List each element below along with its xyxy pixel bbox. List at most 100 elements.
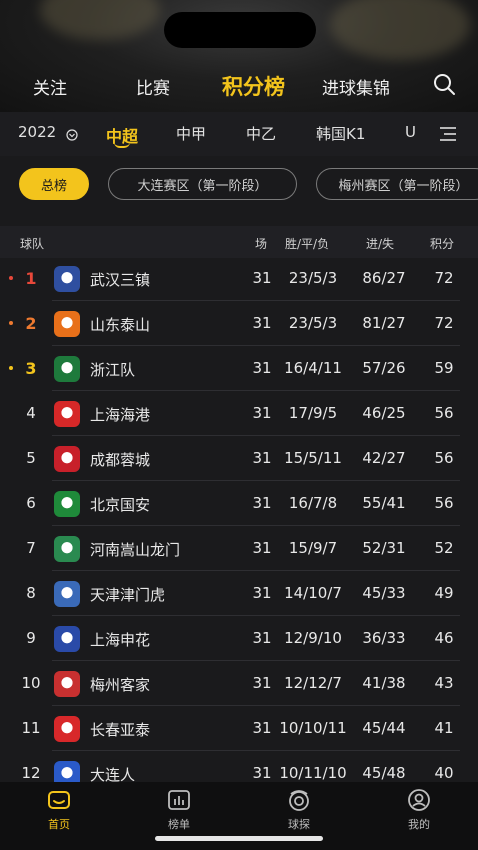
- bottom-nav-scout-label: 球探: [288, 818, 310, 831]
- league-tab-china-league-two[interactable]: 中乙: [246, 123, 276, 144]
- team-name: 北京国安: [90, 496, 151, 514]
- filter-dalian[interactable]: 大连赛区（第一阶段）: [108, 168, 297, 200]
- table-row[interactable]: 1 武汉三镇 31 23/5/3 86/27 72: [0, 256, 478, 301]
- top-nav-standings[interactable]: 积分榜: [222, 71, 285, 101]
- row-wdl: 14/10/7: [284, 584, 342, 602]
- row-goals: 42/27: [362, 449, 406, 467]
- row-rank: 5: [26, 449, 36, 467]
- table-row[interactable]: 3 浙江队 31 16/4/11 57/26 59: [0, 346, 478, 391]
- table-row[interactable]: 6 北京国安 31 16/7/8 55/41 56: [0, 481, 478, 526]
- row-played: 31: [252, 404, 272, 422]
- filter-meizhou[interactable]: 梅州赛区（第一阶段）: [316, 168, 478, 200]
- header-goals: 进/失: [366, 237, 395, 251]
- table-row[interactable]: 11 长春亚泰 31 10/10/11 45/44 41: [0, 706, 478, 751]
- header-team: 球队: [20, 237, 45, 251]
- row-points: 43: [434, 674, 454, 692]
- row-wdl: 15/9/7: [288, 539, 338, 557]
- table-row[interactable]: 10 梅州客家 31 12/12/7 41/38 43: [0, 661, 478, 706]
- team-name: 河南嵩山龙门: [90, 541, 181, 559]
- row-goals: 57/26: [362, 359, 406, 377]
- row-points: 52: [434, 539, 454, 557]
- team-name: 成都蓉城: [90, 451, 151, 469]
- league-tab-china-league-one[interactable]: 中甲: [176, 123, 206, 144]
- team-name: 山东泰山: [90, 316, 151, 334]
- bottom-nav-rankings[interactable]: 榜单: [149, 788, 209, 832]
- row-wdl: 15/5/11: [284, 449, 342, 467]
- row-goals: 46/25: [362, 404, 406, 422]
- rank-indicator-dot: [9, 321, 13, 325]
- row-played: 31: [252, 764, 272, 782]
- camera-notch: [164, 12, 316, 48]
- row-points: 40: [434, 764, 454, 782]
- active-tab-indicator: [114, 142, 130, 148]
- row-played: 31: [252, 674, 272, 692]
- team-name: 上海申花: [90, 631, 151, 649]
- row-points: 56: [434, 494, 454, 512]
- team-badge-icon: [54, 356, 80, 382]
- row-rank: 3: [25, 359, 37, 378]
- table-header: 球队 场 胜/平/负 进/失 积分: [0, 226, 478, 258]
- row-points: 72: [434, 269, 454, 287]
- team-name: 梅州客家: [90, 676, 151, 694]
- bottom-nav-me[interactable]: 我的: [389, 788, 449, 832]
- table-row[interactable]: 7 河南嵩山龙门 31 15/9/7 52/31 52: [0, 526, 478, 571]
- team-badge-icon: [54, 266, 80, 292]
- scout-icon: [289, 790, 309, 811]
- filter-overall[interactable]: 总榜: [19, 168, 89, 200]
- team-name: 长春亚泰: [90, 721, 151, 739]
- league-tab-u[interactable]: U: [405, 123, 416, 141]
- row-points: 56: [434, 449, 454, 467]
- row-goals: 36/33: [362, 629, 406, 647]
- bottom-nav-home-label: 首页: [48, 818, 70, 831]
- row-played: 31: [252, 584, 272, 602]
- row-rank: 12: [21, 764, 41, 782]
- row-played: 31: [252, 269, 272, 287]
- row-goals: 45/33: [362, 584, 406, 602]
- bottom-nav-me-label: 我的: [408, 818, 430, 831]
- row-played: 31: [252, 494, 272, 512]
- team-name: 上海海港: [90, 406, 151, 424]
- row-goals: 45/48: [362, 764, 406, 782]
- row-rank: 6: [26, 494, 36, 512]
- rank-indicator-dot: [9, 276, 13, 280]
- table-row[interactable]: 9 上海申花 31 12/9/10 36/33 46: [0, 616, 478, 661]
- season-label: 2022: [18, 123, 57, 141]
- team-badge-icon: [54, 491, 80, 517]
- row-goals: 55/41: [362, 494, 406, 512]
- filter-pills: 总榜 大连赛区（第一阶段） 梅州赛区（第一阶段）: [0, 168, 478, 202]
- top-nav-matches[interactable]: 比赛: [136, 74, 170, 99]
- team-badge-icon: [54, 311, 80, 337]
- row-wdl: 17/9/5: [288, 404, 338, 422]
- row-points: 59: [434, 359, 454, 377]
- row-played: 31: [252, 719, 272, 737]
- season-selector[interactable]: 2022: [18, 123, 56, 141]
- menu-icon[interactable]: [438, 125, 458, 143]
- league-tab-k-league-1[interactable]: 韩国K1: [316, 123, 365, 144]
- row-wdl: 16/7/8: [288, 494, 338, 512]
- home-icon: [48, 791, 70, 809]
- search-icon[interactable]: [432, 72, 456, 96]
- team-badge-icon: [54, 716, 80, 742]
- bottom-nav-scout[interactable]: 球探: [269, 788, 329, 832]
- chevron-down-icon[interactable]: [66, 129, 78, 141]
- profile-icon: [408, 789, 430, 811]
- bottom-nav-rankings-label: 榜单: [168, 818, 190, 831]
- top-nav-follow[interactable]: 关注: [33, 74, 67, 99]
- row-goals: 41/38: [362, 674, 406, 692]
- table-row[interactable]: 2 山东泰山 31 23/5/3 81/27 72: [0, 301, 478, 346]
- row-played: 31: [252, 449, 272, 467]
- team-badge-icon: [54, 401, 80, 427]
- row-points: 49: [434, 584, 454, 602]
- row-played: 31: [252, 359, 272, 377]
- row-rank: 4: [26, 404, 36, 422]
- table-row[interactable]: 8 天津津门虎 31 14/10/7 45/33 49: [0, 571, 478, 616]
- row-goals: 81/27: [362, 314, 406, 332]
- top-nav-highlights[interactable]: 进球集锦: [322, 74, 390, 99]
- table-row[interactable]: 4 上海海港 31 17/9/5 46/25 56: [0, 391, 478, 436]
- row-wdl: 10/10/11: [279, 719, 347, 737]
- table-row[interactable]: 5 成都蓉城 31 15/5/11 42/27 56: [0, 436, 478, 481]
- header-wdl: 胜/平/负: [285, 237, 330, 251]
- team-name: 天津津门虎: [90, 586, 166, 604]
- bottom-nav-home[interactable]: 首页: [29, 788, 89, 832]
- row-rank: 11: [21, 719, 41, 737]
